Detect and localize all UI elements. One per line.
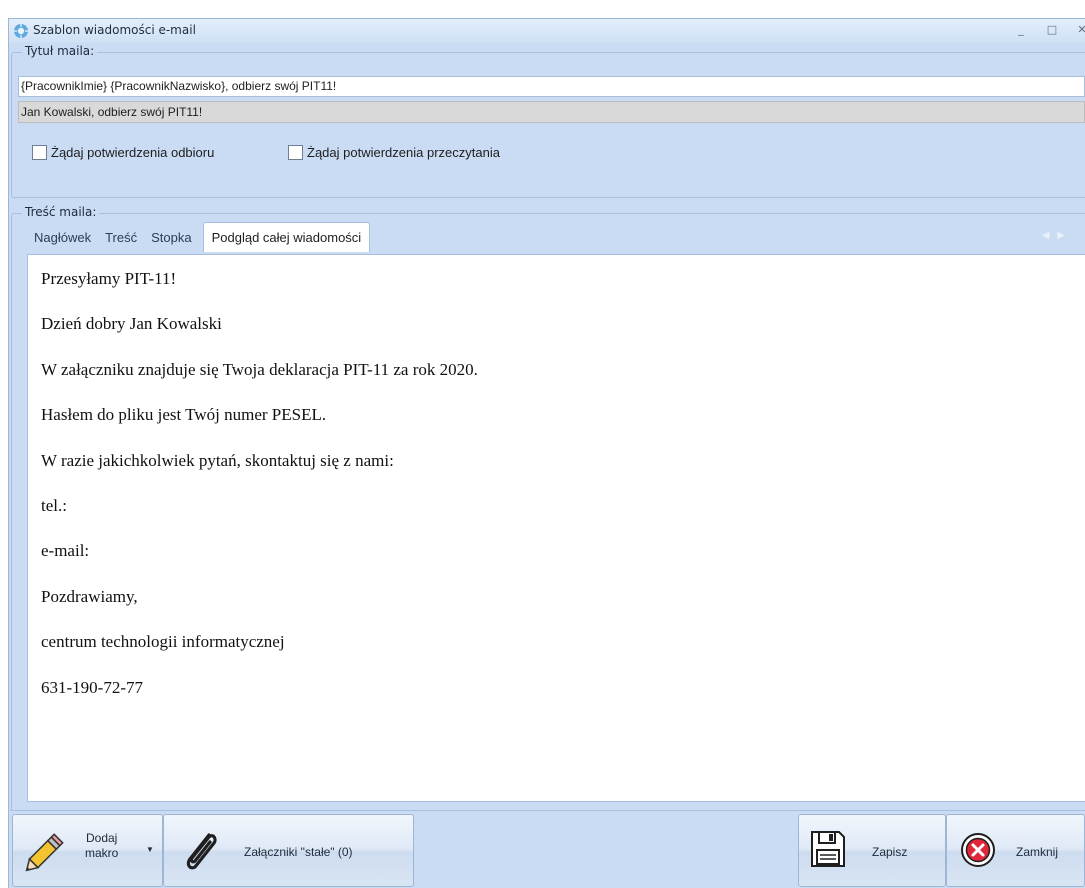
preview-line: centrum technologii informatycznej — [41, 632, 285, 652]
close-icon — [961, 833, 995, 867]
checkbox-label: Żądaj potwierdzenia przeczytania — [307, 145, 500, 160]
request-delivery-receipt-checkbox[interactable]: Żądaj potwierdzenia odbioru — [32, 145, 214, 160]
pencil-icon — [25, 833, 64, 872]
checkbox-box[interactable] — [288, 145, 303, 160]
body-legend: Treść maila: — [22, 205, 100, 219]
preview-line: W załączniku znajduje się Twoja deklarac… — [41, 359, 478, 379]
subject-preview: Jan Kowalski, odbierz swój PIT11! — [18, 101, 1085, 123]
dropdown-arrow-icon[interactable]: ▼ — [146, 845, 154, 854]
request-read-receipt-checkbox[interactable]: Żądaj potwierdzenia przeczytania — [288, 145, 500, 160]
subject-legend: Tytuł maila: — [22, 44, 98, 58]
add-macro-label-line1: Dodaj — [85, 831, 118, 845]
paperclip-icon — [186, 833, 217, 870]
subject-input[interactable]: {PracownikImie} {PracownikNazwisko}, odb… — [18, 76, 1085, 97]
preview-line: Hasłem do pliku jest Twój numer PESEL. — [41, 405, 327, 425]
preview-line: Przesyłamy PIT-11! — [41, 269, 177, 288]
tab-full-preview[interactable]: Podgląd całej wiadomości — [202, 222, 371, 252]
preview-line: tel.: — [41, 495, 67, 515]
window-title: Szablon wiadomości e-mail — [33, 23, 196, 37]
close-window-button[interactable]: ✕ — [1075, 23, 1085, 37]
tab-header[interactable]: Nagłówek — [27, 222, 98, 252]
add-macro-label: Dodaj makro — [85, 831, 118, 861]
preview-line: W razie jakichkolwiek pytań, skontaktuj … — [41, 450, 394, 470]
close-button[interactable]: Zamknij — [946, 814, 1085, 887]
checkbox-label: Żądaj potwierdzenia odbioru — [51, 145, 215, 160]
save-button[interactable]: Zapisz — [798, 814, 946, 887]
content-tabs: Nagłówek Treść Stopka Podgląd całej wiad… — [27, 222, 371, 252]
tab-footer[interactable]: Stopka — [144, 222, 198, 252]
floppy-disk-icon — [811, 831, 845, 867]
preview-line: e-mail: — [41, 541, 90, 561]
preview-line: Pozdrawiamy, — [41, 586, 138, 606]
add-macro-label-line2: makro — [85, 846, 119, 860]
add-macro-button[interactable]: Dodaj makro ▼ — [12, 814, 163, 887]
maximize-button[interactable]: □ — [1045, 23, 1059, 37]
checkbox-box[interactable] — [32, 145, 47, 160]
title-bar[interactable]: Szablon wiadomości e-mail _ □ ✕ — [9, 19, 1085, 43]
tab-body[interactable]: Treść — [98, 222, 144, 252]
fixed-attachments-button[interactable]: Załączniki "stałe" (0) — [163, 814, 414, 887]
fixed-attachments-label: Załączniki "stałe" (0) — [244, 845, 353, 859]
close-label: Zamknij — [1016, 845, 1059, 859]
preview-line: Dzień dobry Jan Kowalski — [41, 314, 222, 334]
minimize-button[interactable]: _ — [1014, 23, 1028, 37]
preview-line: 631-190-72-77 — [41, 677, 143, 697]
message-preview: Przesyłamy PIT-11! Dzień dobry Jan Kowal… — [27, 254, 1085, 802]
save-label: Zapisz — [872, 845, 908, 859]
subject-group: Tytuł maila: — [11, 44, 1085, 198]
app-gear-icon — [14, 24, 28, 38]
tab-scroll-arrows[interactable]: ◀▶ — [1042, 230, 1073, 241]
